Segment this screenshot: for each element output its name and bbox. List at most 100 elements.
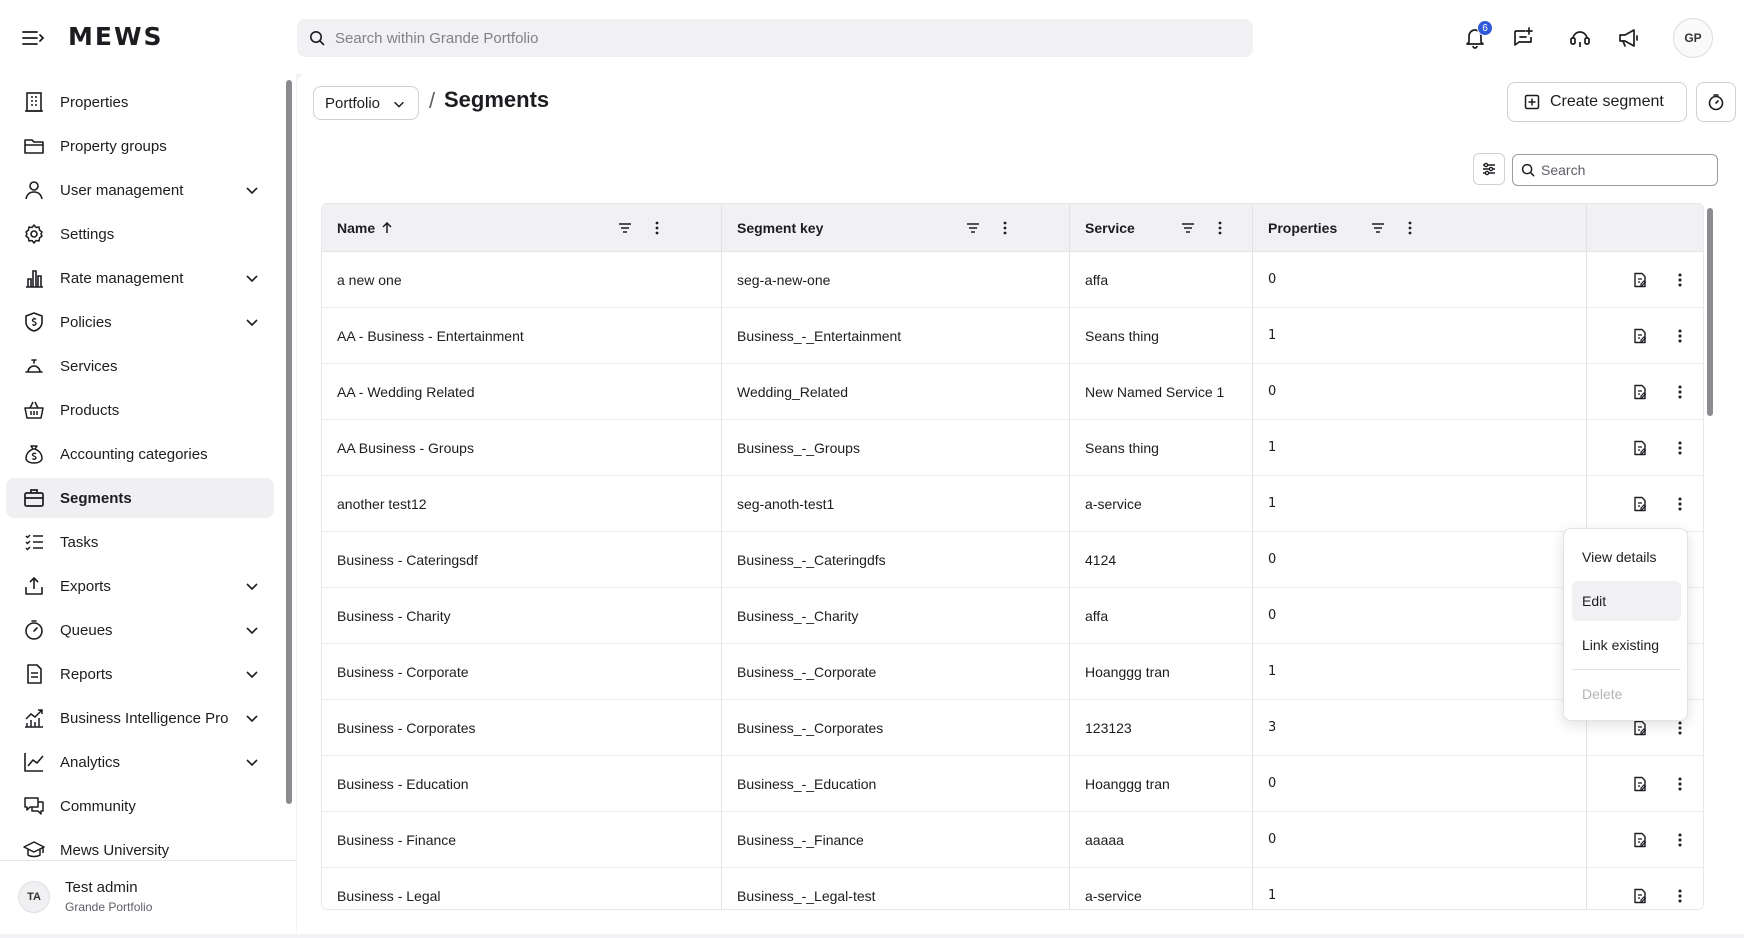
menu-item-link-existing[interactable]: Link existing [1572,625,1681,665]
sidebar-item-user-management[interactable]: User management [6,170,274,210]
sidebar-item-reports[interactable]: Reports [6,654,274,694]
sidebar-item-label: User management [60,181,184,199]
table-row[interactable]: AA - Wedding Related Wedding_Related New N… [322,364,1703,420]
table-row[interactable]: AA - Business - Entertainment Business_-_… [322,308,1703,364]
chevron-down-icon [246,319,258,327]
table-settings-button[interactable] [1473,153,1505,185]
column-divider[interactable] [721,204,722,909]
menu-item-view-details[interactable]: View details [1572,537,1681,577]
bar-chart-icon [22,266,46,290]
filter-icon[interactable] [1368,218,1388,238]
cell-properties: 0 [1268,272,1277,287]
edit-document-icon[interactable] [1628,436,1652,460]
sidebar-item-tasks[interactable]: Tasks [6,522,274,562]
table-row[interactable]: Business - Corporate Business_-_Corporate… [322,644,1703,700]
column-header-properties[interactable]: Properties [1268,204,1337,252]
table-row[interactable]: Business - Legal Business_-_Legal-test a-s… [322,868,1703,909]
filter-icon[interactable] [1178,218,1198,238]
sidebar-item-services[interactable]: Services [6,346,274,386]
bell-icon[interactable]: 6 [1461,20,1493,52]
more-vertical-icon[interactable] [1400,218,1420,238]
edit-document-icon[interactable] [1628,324,1652,348]
megaphone-icon[interactable] [1615,24,1643,52]
edit-document-icon[interactable] [1628,268,1652,292]
column-divider[interactable] [1069,204,1070,909]
more-vertical-icon[interactable] [1668,436,1692,460]
cell-service: aaaaa [1085,831,1124,848]
sidebar-item-queues[interactable]: Queues [6,610,274,650]
table-search-input[interactable] [1541,162,1711,178]
table-row[interactable]: Business - Corporates Business_-_Corporat… [322,700,1703,756]
edit-document-icon[interactable] [1628,492,1652,516]
more-vertical-icon[interactable] [995,218,1015,238]
table-row[interactable]: another test12 seg-anoth-test1 a-service 1 [322,476,1703,532]
column-divider[interactable] [1252,204,1253,909]
cell-properties: 0 [1268,776,1277,791]
column-header-name[interactable]: Name [337,204,393,252]
menu-item-edit[interactable]: Edit [1572,581,1681,621]
column-header-service[interactable]: Service [1085,204,1135,252]
edit-document-icon[interactable] [1628,380,1652,404]
table-row[interactable]: Business - Finance Business_-_Finance aaaa… [322,812,1703,868]
cell-service: Hoanggg tran [1085,775,1170,792]
edit-document-icon[interactable] [1628,772,1652,796]
more-vertical-icon[interactable] [1210,218,1230,238]
sidebar-item-community[interactable]: Community [6,786,274,826]
cell-properties: 1 [1268,440,1277,455]
sidebar-item-exports[interactable]: Exports [6,566,274,606]
cell-properties: 0 [1268,832,1277,847]
sidebar-item-label: Reports [60,665,113,683]
add-square-icon [1524,94,1540,110]
menu-icon[interactable] [20,26,46,50]
table-row[interactable]: Business - Cateringsdf Business_-_Caterin… [322,532,1703,588]
table-row[interactable]: Business - Charity Business_-_Charity affa… [322,588,1703,644]
more-vertical-icon[interactable] [1668,884,1692,908]
filter-icon[interactable] [615,218,635,238]
more-vertical-icon[interactable] [1668,268,1692,292]
sidebar-item-analytics[interactable]: Analytics [6,742,274,782]
edit-document-icon[interactable] [1628,828,1652,852]
support-icon[interactable] [1566,24,1594,52]
edit-document-icon[interactable] [1628,884,1652,908]
more-vertical-icon[interactable] [1668,772,1692,796]
sidebar-item-label: Property groups [60,137,167,155]
global-search[interactable] [297,19,1253,57]
sidebar-item-settings[interactable]: Settings [6,214,274,254]
column-header-segment-key[interactable]: Segment key [737,204,823,252]
user-avatar[interactable]: GP [1673,18,1713,58]
mews-logo[interactable]: MEWS [68,22,164,51]
sidebar-scrollbar[interactable] [286,80,292,804]
sidebar-user-panel[interactable]: TA Test admin Grande Portfolio [0,860,296,938]
global-search-input[interactable] [335,29,1215,47]
portfolio-dropdown[interactable]: Portfolio [313,86,419,120]
report-icon [22,662,46,686]
sidebar-item-business-intelligence-pro[interactable]: Business Intelligence Pro [6,698,274,738]
sparkle-message-icon[interactable] [1509,24,1537,52]
sidebar-item-accounting-categories[interactable]: Accounting categories [6,434,274,474]
more-vertical-icon[interactable] [1668,492,1692,516]
table-row[interactable]: a new one seg-a-new-one affa 0 [322,252,1703,308]
sidebar-item-rate-management[interactable]: Rate management [6,258,274,298]
sidebar-item-properties[interactable]: Properties [6,82,274,122]
table-row[interactable]: AA Business - Groups Business_-_Groups Sea… [322,420,1703,476]
table-search[interactable] [1512,154,1718,186]
more-vertical-icon[interactable] [647,218,667,238]
more-vertical-icon[interactable] [1668,324,1692,348]
sidebar-item-segments[interactable]: Segments [6,478,274,518]
more-vertical-icon[interactable] [1668,380,1692,404]
more-vertical-icon[interactable] [1668,828,1692,852]
sidebar-item-policies[interactable]: Policies [6,302,274,342]
sidebar-item-products[interactable]: Products [6,390,274,430]
cell-service: 123123 [1085,719,1132,736]
create-segment-button[interactable]: Create segment [1507,82,1687,122]
sidebar-item-label: Services [60,357,118,375]
window-bottom-edge [0,934,1744,938]
cell-properties: 0 [1268,608,1277,623]
sidebar-item-property-groups[interactable]: Property groups [6,126,274,166]
filter-icon[interactable] [963,218,983,238]
chevron-down-icon [246,627,258,635]
table-row[interactable]: Business - Education Business_-_Education… [322,756,1703,812]
cell-segment-key: Wedding_Related [737,383,849,400]
history-button[interactable] [1696,82,1736,122]
table-scrollbar[interactable] [1707,208,1713,416]
